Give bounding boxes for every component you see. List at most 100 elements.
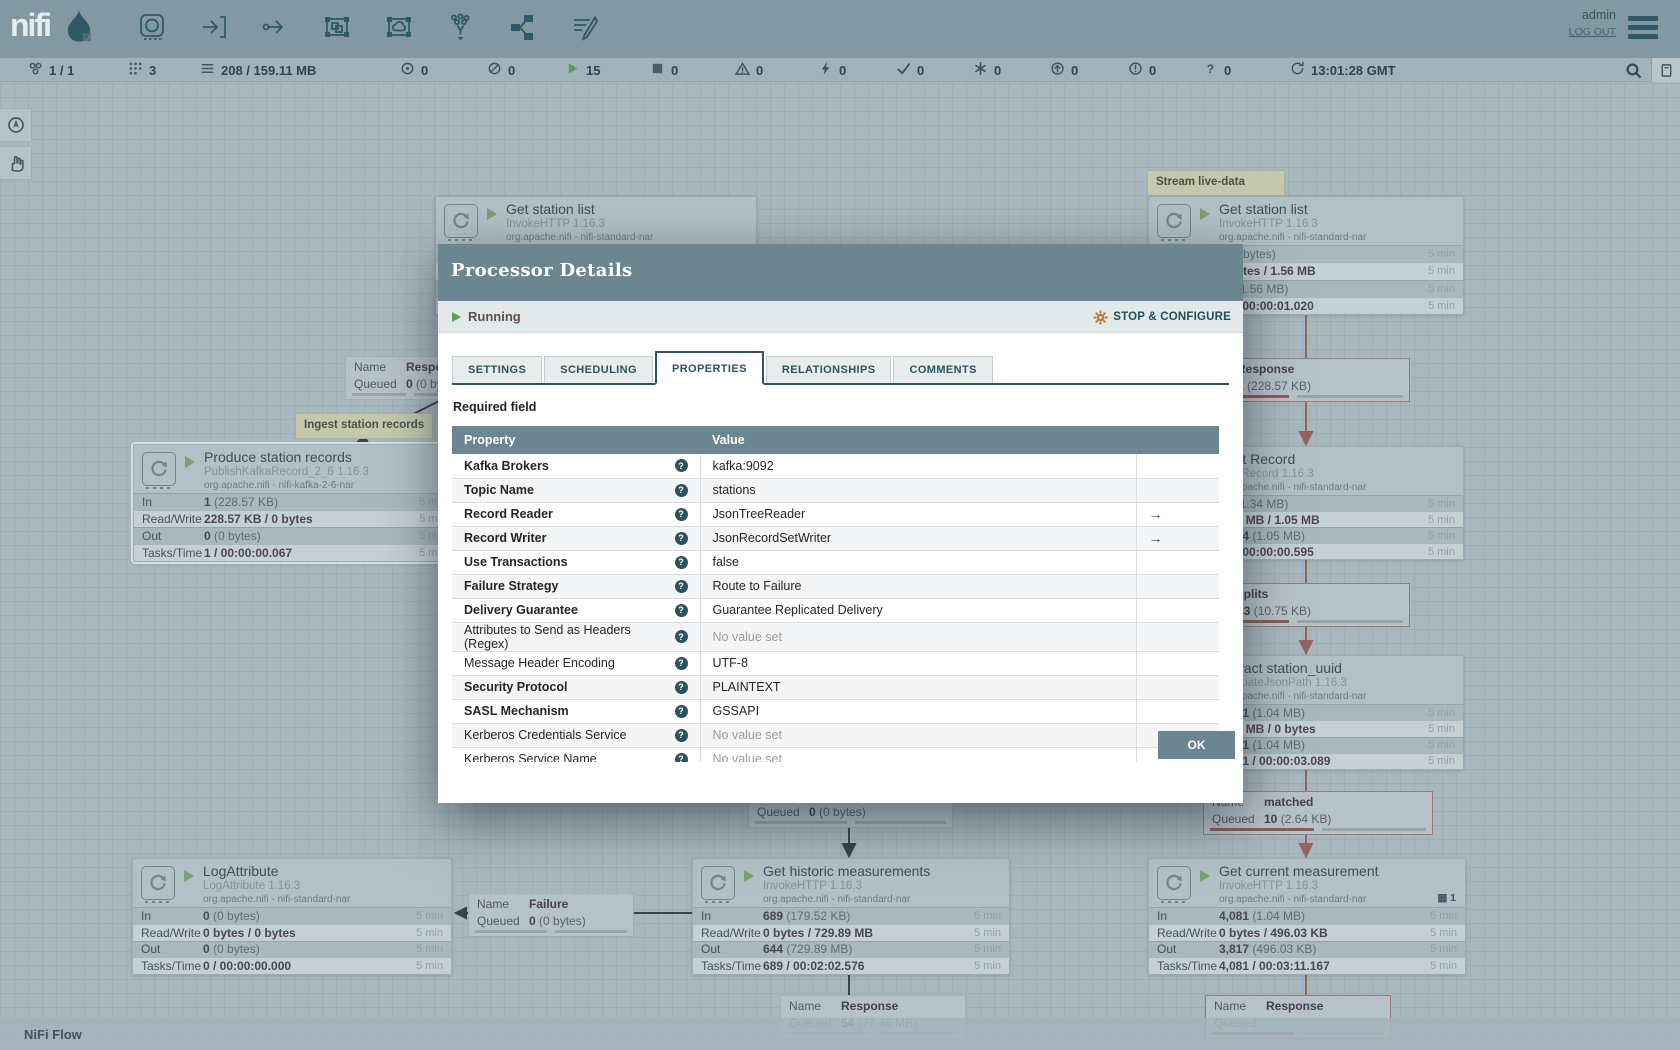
help-icon[interactable]: ? xyxy=(674,555,688,569)
help-icon[interactable]: ? xyxy=(674,630,688,643)
help-icon[interactable]: ? xyxy=(674,579,688,593)
status-threads-value: 3 xyxy=(149,62,157,78)
property-row-sasl-mechanism: SASL Mechanism? GSSAPI xyxy=(452,699,1219,724)
stat-value: 1 (228.57 KB) xyxy=(204,495,279,509)
processor-7-get-current-measurement[interactable]: Get current measurement InvokeHTTP 1.16.3… xyxy=(1148,858,1466,975)
status-up-to-date-value: 0 xyxy=(917,62,925,78)
tab-relationships[interactable]: RELATIONSHIPS xyxy=(765,356,892,383)
processor-icon xyxy=(141,866,175,903)
template-icon[interactable] xyxy=(507,12,537,42)
stat-value: 1.04 MB / 0 bytes xyxy=(1219,721,1316,736)
tab-scheduling[interactable]: SCHEDULING xyxy=(544,356,653,383)
settings-panel-button[interactable] xyxy=(1651,58,1680,82)
breadcrumb[interactable]: NiFi Flow xyxy=(24,1027,82,1042)
stat-label: In xyxy=(701,908,712,923)
processor-icon xyxy=(1157,866,1191,903)
invalid-icon xyxy=(734,61,751,79)
output-port-icon[interactable] xyxy=(260,12,290,42)
processor-header: Get station list InvokeHTTP 1.16.3 org.apa… xyxy=(1149,197,1463,245)
ok-button[interactable]: OK xyxy=(1158,731,1235,759)
help-icon[interactable]: ? xyxy=(674,752,688,762)
property-row-message-header-encoding: Message Header Encoding? UTF-8 xyxy=(452,651,1219,676)
status-disabled-value: 0 xyxy=(839,62,847,78)
locally-modified-stale-icon xyxy=(1128,61,1143,79)
go-to-service-icon[interactable]: → xyxy=(1149,506,1163,522)
property-cell: Kafka Brokers? xyxy=(452,454,700,479)
stat-label: Read/Write xyxy=(142,512,202,526)
stat-row-in: In 1 (228.57 KB) 5 min xyxy=(134,493,454,510)
stat-row-read-write: Read/Write 0 bytes / 729.89 MB 5 min xyxy=(693,923,1009,941)
navigate-palette-button[interactable] xyxy=(0,108,32,142)
go-to-service-icon[interactable]: → xyxy=(1149,530,1163,546)
funnel-icon[interactable] xyxy=(445,12,475,42)
global-menu-icon[interactable] xyxy=(1628,16,1658,40)
help-icon[interactable]: ? xyxy=(674,656,688,670)
stat-window: 5 min xyxy=(416,960,443,973)
status-stale-value: 0 xyxy=(1071,62,1079,78)
queue-bar-right xyxy=(854,821,946,824)
stat-label: Out xyxy=(142,529,162,543)
stat-row-read-write: Read/Write 0 bytes / 496.03 KB 5 min xyxy=(1149,923,1465,941)
help-icon[interactable]: ? xyxy=(674,603,688,617)
stat-window: 5 min xyxy=(416,943,443,956)
process-group-icon[interactable] xyxy=(322,12,352,42)
help-icon[interactable]: ? xyxy=(674,531,688,545)
processor-5-logattribute[interactable]: LogAttribute LogAttribute 1.16.3 org.apach… xyxy=(132,858,452,975)
connection-queued-row: Queued 0 (0 bytes) xyxy=(469,913,633,930)
property-cell: Record Writer? xyxy=(452,526,700,551)
stat-window: 5 min xyxy=(974,960,1001,973)
connection-name: Failure xyxy=(529,897,569,911)
input-port-icon[interactable] xyxy=(199,12,229,42)
status-sync-failure: ? 0 xyxy=(1203,58,1231,82)
stat-value: 1 / 00:00:00.067 xyxy=(204,546,293,560)
operate-palette-button[interactable] xyxy=(0,146,32,180)
processor-6-get-historic-measurements[interactable]: Get historic measurements InvokeHTTP 1.16… xyxy=(692,858,1010,975)
running-icon xyxy=(452,311,461,322)
required-field-note: Required field xyxy=(453,400,537,414)
processor-name: LogAttribute xyxy=(203,863,279,879)
tab-comments[interactable]: COMMENTS xyxy=(893,356,993,383)
property-row-failure-strategy: Failure Strategy? Route to Failure xyxy=(452,574,1219,599)
label-icon[interactable] xyxy=(569,12,599,42)
extra-cell xyxy=(1135,651,1219,676)
flow-label-stream-live-data[interactable]: Stream live-data xyxy=(1147,170,1285,196)
processor-icon[interactable] xyxy=(137,12,167,42)
status-running: 15 xyxy=(565,58,600,82)
disabled-icon xyxy=(818,61,833,79)
properties-table: Property Value Kafka Brokers? kafka:9092 T… xyxy=(452,426,1219,762)
help-icon[interactable]: ? xyxy=(674,483,688,497)
queued-value: 0 (0 bytes) xyxy=(529,914,586,928)
help-icon[interactable]: ? xyxy=(674,728,688,742)
property-value: stations xyxy=(712,483,756,497)
connection-name: matched xyxy=(1264,795,1314,809)
tab-properties[interactable]: PROPERTIES xyxy=(654,351,764,385)
not-transmitting-icon xyxy=(487,61,502,79)
connection-label-failure[interactable]: Name Failure Queued 0 (0 bytes) xyxy=(468,893,634,937)
breadcrumb-bar: NiFi Flow xyxy=(0,1018,1680,1050)
stat-window: 5 min xyxy=(1428,299,1455,312)
status-invalid: 0 xyxy=(734,58,763,82)
search-icon[interactable] xyxy=(1625,62,1642,79)
tab-settings[interactable]: SETTINGS xyxy=(452,356,543,383)
processor-stats: In 4,081 (1.04 MB) 5 min Read/Write 0 bytes … xyxy=(1149,907,1465,974)
user-block: admin LOG OUT xyxy=(1569,8,1616,38)
flow-label-ingest-station-records[interactable]: Ingest station records xyxy=(295,413,434,439)
help-icon[interactable]: ? xyxy=(674,507,688,521)
running-icon xyxy=(487,208,497,220)
remote-process-group-icon[interactable] xyxy=(384,12,414,42)
logout-link[interactable]: LOG OUT xyxy=(1569,26,1616,38)
processor-4-produce-station-records[interactable]: Produce station records PublishKafkaRecor… xyxy=(133,444,455,562)
stop-and-configure-button[interactable]: STOP & CONFIGURE xyxy=(1093,301,1231,333)
property-cell: Failure Strategy? xyxy=(452,574,700,599)
stat-row-out: Out 0 (0 bytes) 5 min xyxy=(133,940,451,958)
sync-failure-icon: ? xyxy=(1203,61,1218,79)
running-icon xyxy=(1200,208,1210,220)
help-icon[interactable]: ? xyxy=(674,680,688,694)
stat-window: 5 min xyxy=(1428,722,1455,735)
help-icon[interactable]: ? xyxy=(674,459,688,473)
extra-cell xyxy=(1135,598,1219,623)
property-value: Guarantee Replicated Delivery xyxy=(712,603,883,617)
help-icon[interactable]: ? xyxy=(674,704,688,718)
running-icon xyxy=(565,61,580,79)
cluster-icon xyxy=(28,61,43,79)
